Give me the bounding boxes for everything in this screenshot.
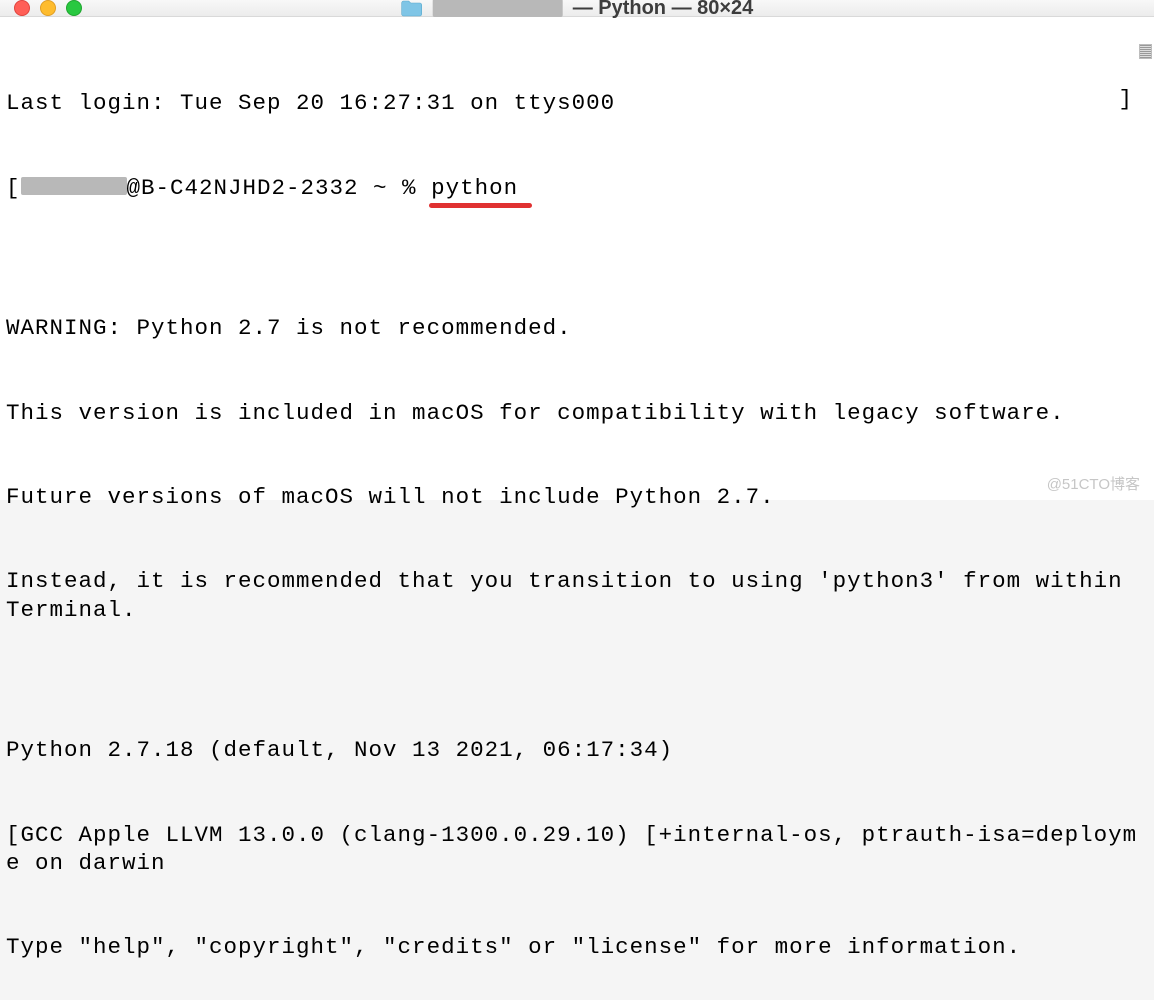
watermark: @51CTO博客: [1047, 473, 1140, 494]
maximize-button[interactable]: [66, 0, 82, 16]
titlebar: — Python — 80×24: [0, 0, 1154, 17]
warning-line-2: This version is included in macOS for co…: [6, 399, 1148, 427]
redacted-username: [21, 177, 127, 195]
version-line: Python 2.7.18 (default, Nov 13 2021, 06:…: [6, 736, 1148, 764]
terminal-content[interactable]: Last login: Tue Sep 20 16:27:31 on ttys0…: [0, 17, 1154, 1000]
warning-line-1: WARNING: Python 2.7 is not recommended.: [6, 314, 1148, 342]
minimize-button[interactable]: [40, 0, 56, 16]
help-line: Type "help", "copyright", "credits" or "…: [6, 933, 1148, 961]
gcc-line: [GCC Apple LLVM 13.0.0 (clang-1300.0.29.…: [6, 821, 1148, 877]
terminal-window: — Python — 80×24 ] Last login: Tue Sep 2…: [0, 0, 1154, 500]
command-text: python: [431, 174, 518, 202]
prompt-line: [ @B-C42NJHD2-2332 ~ % python: [6, 174, 1148, 202]
close-button[interactable]: [14, 0, 30, 16]
redacted-title-path: [433, 0, 563, 17]
folder-icon: [401, 0, 423, 17]
last-login-line: Last login: Tue Sep 20 16:27:31 on ttys0…: [6, 89, 1148, 117]
prompt-tail: @B-C42NJHD2-2332 ~ %: [127, 175, 432, 201]
traffic-lights: [14, 0, 82, 16]
prompt-bracket: [: [6, 175, 21, 201]
warning-line-4: Instead, it is recommended that you tran…: [6, 567, 1148, 623]
warning-line-3: Future versions of macOS will not includ…: [6, 483, 1148, 511]
